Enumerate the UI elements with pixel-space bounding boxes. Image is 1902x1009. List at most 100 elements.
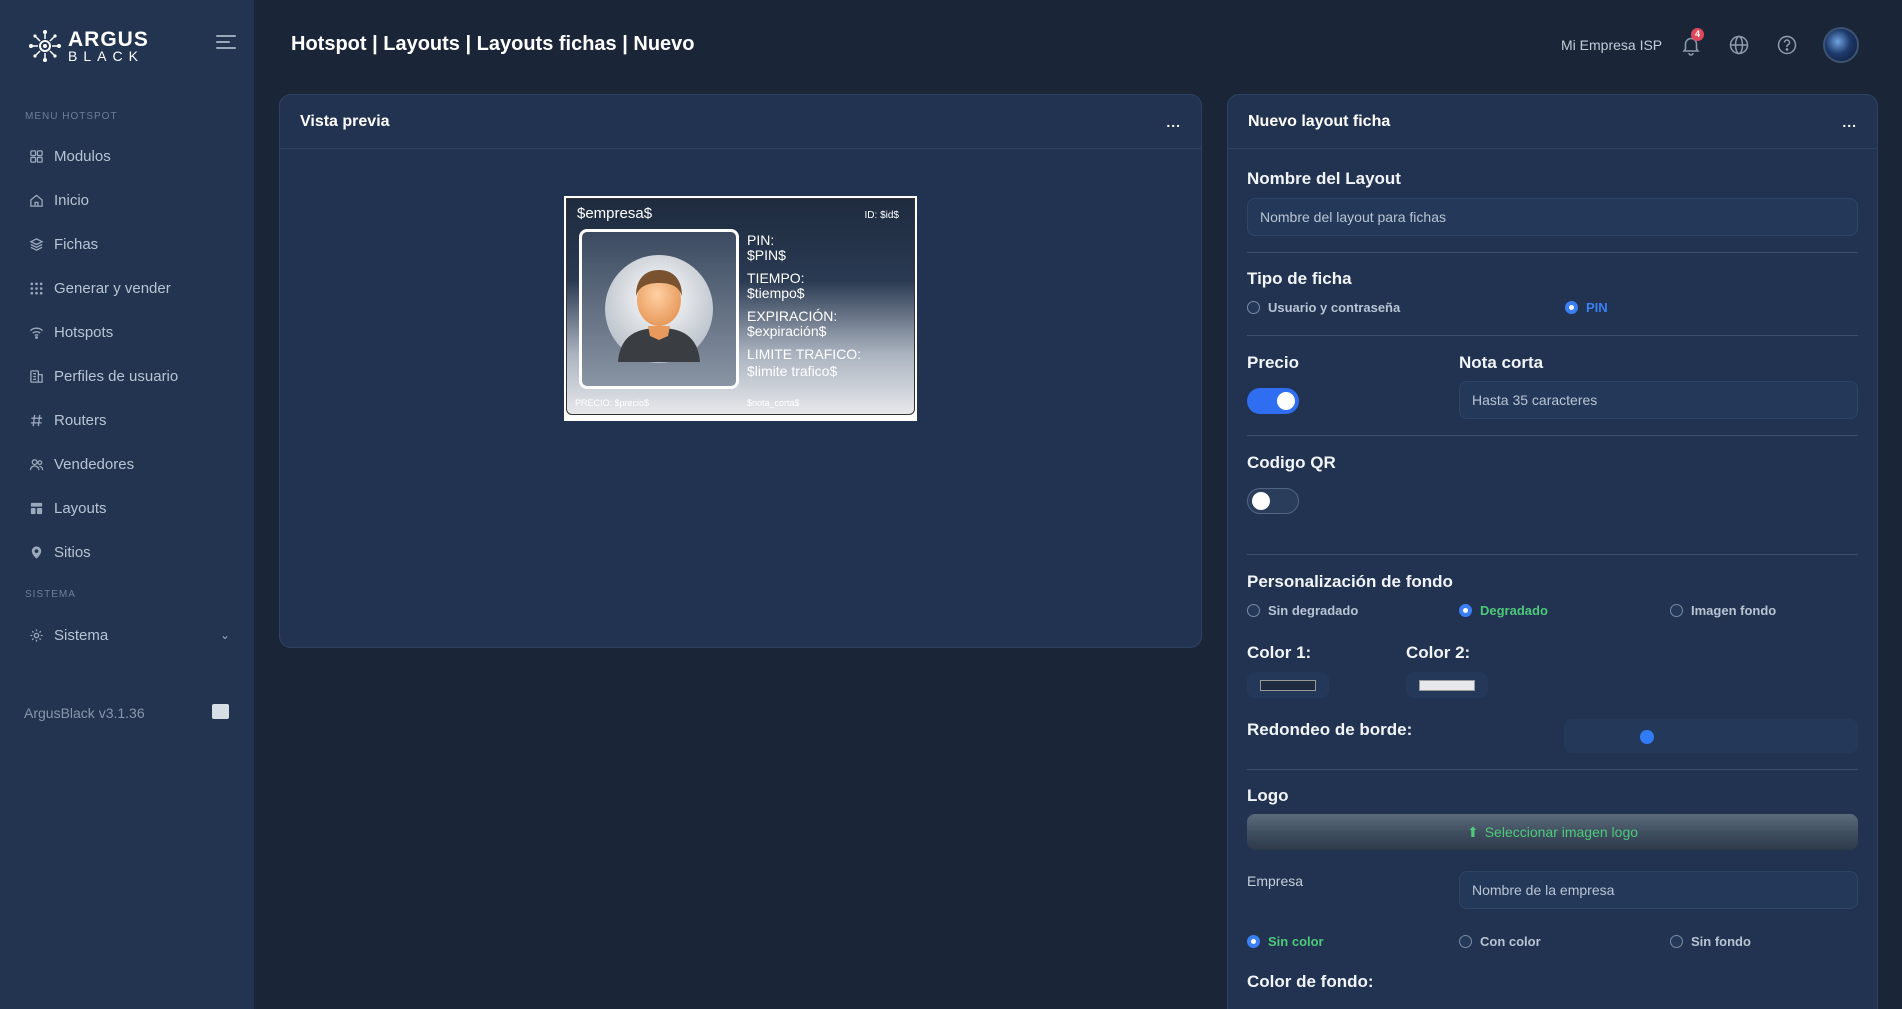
section-label-hotspot: MENU HOTSPOT <box>25 111 118 122</box>
radio-sin-fondo[interactable]: Sin fondo <box>1670 934 1751 949</box>
layout-icon <box>28 500 44 516</box>
upload-icon: ⬆ <box>1466 823 1479 840</box>
divider <box>1247 435 1858 436</box>
ticket-tiempo-label: TIEMPO: <box>747 270 805 286</box>
radio-sin-color[interactable]: Sin color <box>1247 934 1324 949</box>
codigo-qr-toggle[interactable] <box>1247 488 1299 514</box>
sidebar-item-label: Fichas <box>54 235 99 253</box>
divider <box>1247 554 1858 555</box>
wifi-icon <box>28 324 44 340</box>
redondeo-borde-label: Redondeo de borde: <box>1247 720 1413 739</box>
radio-usuario-contrasena[interactable]: Usuario y contraseña <box>1247 300 1400 315</box>
radio-pin[interactable]: PIN <box>1565 300 1608 315</box>
nombre-layout-label: Nombre del Layout <box>1247 169 1401 188</box>
nombre-layout-input[interactable] <box>1247 198 1858 236</box>
radio-degradado[interactable]: Degradado <box>1459 603 1548 618</box>
radio-imagen-fondo[interactable]: Imagen fondo <box>1670 603 1776 618</box>
preview-card-title: Vista previa <box>300 112 390 130</box>
globe-icon[interactable] <box>1728 34 1750 56</box>
slider-thumb[interactable] <box>1639 730 1654 744</box>
ticket-preview: $empresa$ ID: $id$ PIN: $PIN$ TIEMPO: $t… <box>564 196 917 421</box>
ticket-nota: $nota_corta$ <box>747 398 800 408</box>
divider <box>1247 335 1858 336</box>
logo-label: Logo <box>1247 786 1289 805</box>
pin-icon <box>28 544 44 560</box>
select-logo-button[interactable]: ⬆ Seleccionar imagen logo <box>1247 814 1858 850</box>
sidebar-item-fichas[interactable]: Fichas <box>28 232 98 256</box>
sidebar-item-label: Inicio <box>54 191 90 209</box>
changelog-icon[interactable] <box>212 704 229 719</box>
form-card-menu[interactable]: ... <box>1842 114 1857 130</box>
brand-name: ARGUS <box>68 28 149 51</box>
sidebar-item-modulos[interactable]: Modulos <box>28 144 111 168</box>
color2-label: Color 2: <box>1406 643 1471 662</box>
sidebar-item-label: Sitios <box>54 543 91 561</box>
nota-corta-label: Nota corta <box>1459 353 1544 372</box>
sidebar-item-label: Modulos <box>54 147 111 165</box>
sidebar-item-label: Layouts <box>54 499 107 517</box>
ticket-empresa: $empresa$ <box>577 205 653 222</box>
nota-corta-input[interactable] <box>1459 381 1858 419</box>
preview-card-menu[interactable]: ... <box>1166 114 1181 130</box>
sidebar-item-vendedores[interactable]: Vendedores <box>28 452 134 476</box>
radio-sin-degradado[interactable]: Sin degradado <box>1247 603 1358 618</box>
menu-toggle-icon[interactable] <box>216 35 238 53</box>
profile-icon <box>28 368 44 384</box>
user-avatar[interactable] <box>1823 27 1859 63</box>
company-name: Mi Empresa ISP <box>1561 37 1663 53</box>
radio-con-color[interactable]: Con color <box>1459 934 1541 949</box>
sidebar-item-label: Perfiles de usuario <box>54 367 179 385</box>
app-version: ArgusBlack v3.1.36 <box>24 705 145 721</box>
tipo-ficha-label: Tipo de ficha <box>1247 269 1352 288</box>
ticket-expiracion-value: $expiración$ <box>747 323 827 339</box>
sidebar-item-label: Vendedores <box>54 455 135 473</box>
ticket-id: ID: $id$ <box>864 210 899 221</box>
personalizacion-fondo-label: Personalización de fondo <box>1247 572 1453 591</box>
ticket-trafico-label: LIMITE TRAFICO: <box>747 346 862 362</box>
sidebar-item-hotspots[interactable]: Hotspots <box>28 320 113 344</box>
color1-label: Color 1: <box>1247 643 1312 662</box>
divider <box>1247 252 1858 253</box>
redondeo-borde-slider[interactable] <box>1564 719 1858 753</box>
sidebar-item-sistema[interactable]: Sistema <box>28 623 108 647</box>
color2-swatch <box>1419 679 1475 691</box>
argus-logo-icon <box>29 30 61 62</box>
hash-icon <box>28 412 44 428</box>
sidebar-item-label: Generar y vender <box>54 279 171 297</box>
grid-icon <box>28 148 44 164</box>
ticket-pin-label: PIN: <box>747 232 775 248</box>
apps-icon <box>28 280 44 296</box>
chevron-down-icon[interactable]: ⌄ <box>220 628 230 642</box>
sidebar-item-perfiles[interactable]: Perfiles de usuario <box>28 364 178 388</box>
section-label-sistema: SISTEMA <box>25 589 76 600</box>
precio-label: Precio <box>1247 353 1299 372</box>
precio-toggle[interactable] <box>1247 388 1299 414</box>
empresa-input[interactable] <box>1459 871 1858 909</box>
sidebar-item-inicio[interactable]: Inicio <box>28 188 89 212</box>
color1-swatch <box>1260 679 1316 691</box>
page-title: Hotspot | Layouts | Layouts fichas | Nue… <box>291 33 695 55</box>
sidebar-item-layouts[interactable]: Layouts <box>28 496 107 520</box>
ticket-tiempo-value: $tiempo$ <box>747 285 805 301</box>
color-fondo-label: Color de fondo: <box>1247 972 1374 991</box>
help-icon[interactable] <box>1776 34 1798 56</box>
color1-picker[interactable] <box>1247 672 1329 698</box>
gear-icon <box>28 627 44 643</box>
divider <box>1247 769 1858 770</box>
sidebar-item-label: Hotspots <box>54 323 114 341</box>
ticket-pin-value: $PIN$ <box>747 247 786 263</box>
codigo-qr-label: Codigo QR <box>1247 453 1336 472</box>
sidebar-item-routers[interactable]: Routers <box>28 408 107 432</box>
ticket-trafico-value: $limite trafico$ <box>747 363 838 379</box>
brand-logo[interactable]: ARGUS BLACK <box>28 28 149 63</box>
sidebar-item-generar-vender[interactable]: Generar y vender <box>28 276 171 300</box>
color2-picker[interactable] <box>1406 672 1488 698</box>
empresa-label: Empresa <box>1247 873 1304 889</box>
sidebar-item-sitios[interactable]: Sitios <box>28 540 91 564</box>
form-card-title: Nuevo layout ficha <box>1248 112 1391 130</box>
ticket-expiracion-label: EXPIRACIÓN: <box>747 308 838 324</box>
sidebar-item-label: Routers <box>54 411 107 429</box>
notification-badge: 4 <box>1691 28 1704 41</box>
home-icon <box>28 192 44 208</box>
user-photo-icon <box>579 229 739 389</box>
